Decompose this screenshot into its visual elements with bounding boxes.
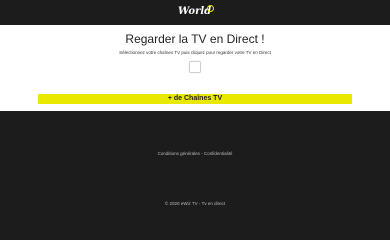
page-title: Regarder la TV en Direct ! <box>125 32 265 46</box>
copyright-text: © 2020 eWiz TV - Tv en direct <box>164 201 226 206</box>
more-channels-button[interactable]: + de Chaînes TV <box>38 94 352 104</box>
footer: Conditions générales - Confidentialité ©… <box>0 111 390 240</box>
channel-select-checkbox[interactable] <box>189 61 201 73</box>
page-subtitle: Sélectionnez votre chaînes TV puis cliqu… <box>119 50 271 55</box>
logo-ring-icon <box>207 5 214 12</box>
footer-links[interactable]: Conditions générales - Confidentialité <box>0 151 390 157</box>
header: World <box>0 0 390 25</box>
